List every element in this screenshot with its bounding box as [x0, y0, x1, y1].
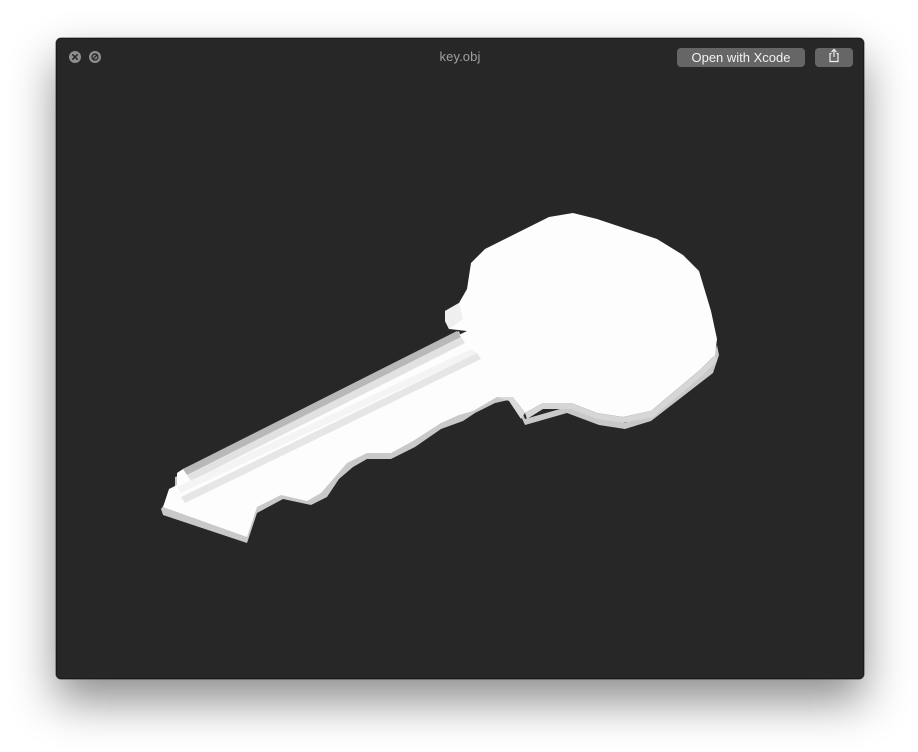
3d-key-model[interactable] [56, 38, 864, 679]
model-viewport[interactable] [57, 75, 863, 678]
quicklook-window: key.obj Open with Xcode [56, 38, 864, 679]
